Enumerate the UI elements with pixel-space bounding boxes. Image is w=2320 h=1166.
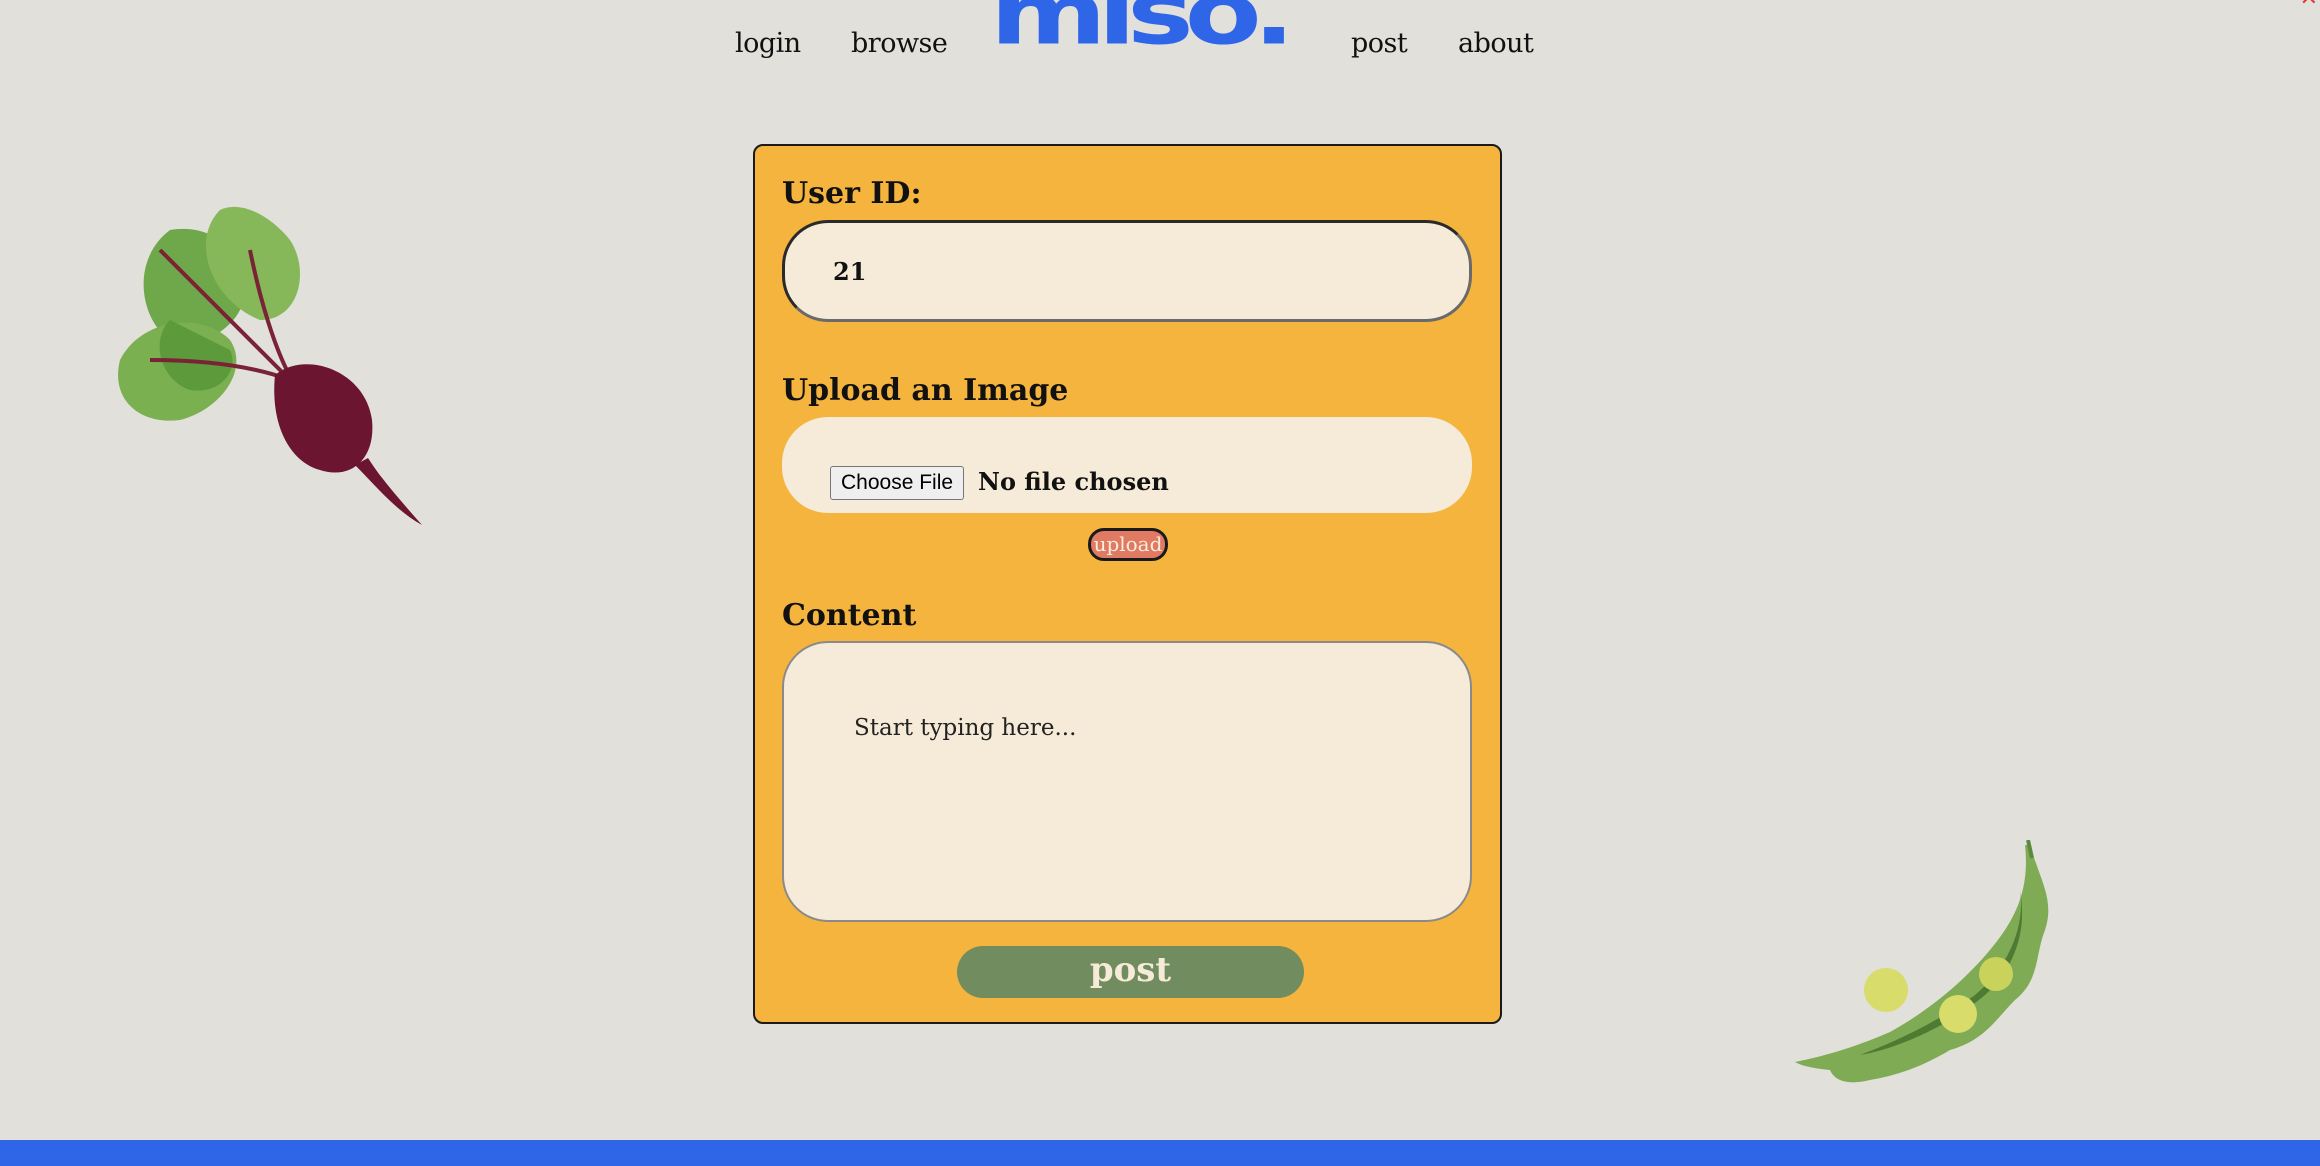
content-label: Content [782, 598, 917, 633]
file-upload-box: Choose File No file chosen [782, 417, 1472, 513]
upload-button[interactable]: upload [1088, 528, 1168, 561]
pea-pod-illustration [1795, 840, 2049, 1083]
nav-about-link[interactable]: about [1458, 28, 1534, 59]
user-id-field[interactable] [782, 220, 1472, 322]
beet-illustration [118, 206, 422, 525]
content-textarea[interactable] [782, 641, 1472, 922]
choose-file-button[interactable]: Choose File [830, 466, 965, 500]
upload-image-label: Upload an Image [782, 373, 1069, 408]
nav-post-link[interactable]: post [1351, 28, 1408, 59]
top-nav: login browse miso. post about [0, 0, 2320, 90]
footer-bar [0, 1140, 2320, 1166]
nav-login-link[interactable]: login [735, 28, 801, 59]
user-id-label: User ID: [782, 176, 922, 211]
post-form-panel: User ID: Upload an Image Choose File No … [753, 144, 1502, 1024]
post-button[interactable]: post [957, 946, 1304, 998]
nav-browse-link[interactable]: browse [851, 28, 948, 59]
miso-logo[interactable]: miso. [990, 0, 1295, 57]
no-file-chosen-text: No file chosen [978, 467, 1169, 496]
close-icon[interactable]: ✕ [2300, 0, 2318, 11]
